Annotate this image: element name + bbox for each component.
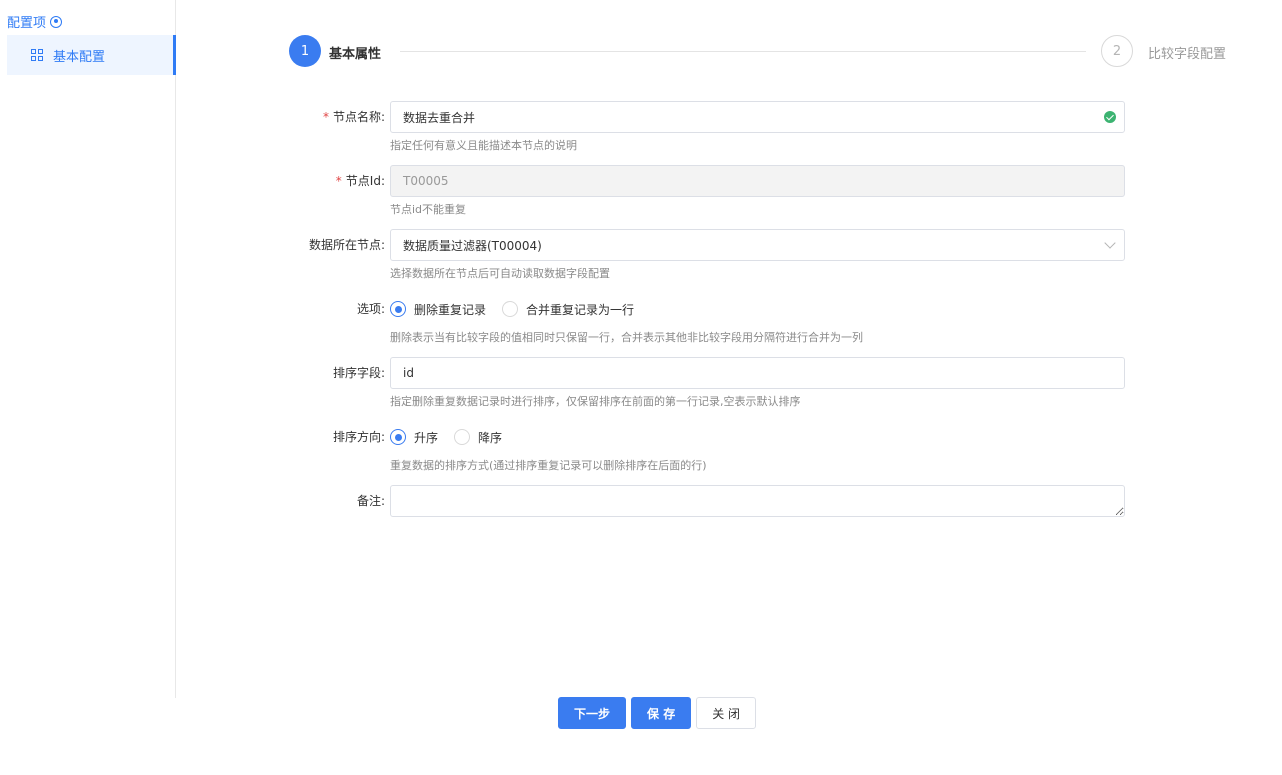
sort-field-label: 排序字段: — [332, 366, 385, 380]
sidebar-item-label: 基本配置 — [53, 49, 106, 65]
source-node-label: 数据所在节点: — [308, 238, 385, 252]
sort-direction-label: 排序方向: — [332, 430, 385, 444]
next-button[interactable]: 下一步 — [558, 697, 627, 729]
footer-buttons: 下一步 保 存 关 闭 — [558, 697, 757, 729]
sidebar-title: 配置项 — [7, 12, 63, 31]
chevron-down-icon — [1104, 237, 1116, 249]
node-id-hint: 节点id不能重复 — [390, 203, 467, 216]
radio-descending[interactable]: 降序 — [454, 429, 502, 446]
remark-textarea[interactable] — [390, 485, 1125, 517]
sidebar-title-text: 配置项 — [7, 16, 47, 31]
sort-field-input[interactable]: id — [390, 357, 1125, 389]
steps-bar: 1 基本属性 2 比较字段配置 — [289, 35, 1226, 68]
radio-merge-duplicates[interactable]: 合并重复记录为一行 — [502, 301, 634, 318]
node-id-input: T00005 — [390, 165, 1125, 197]
required-mark: * — [322, 110, 329, 124]
sidebar-item-basic-config[interactable]: 基本配置 — [7, 35, 176, 75]
node-id-label: * 节点Id: — [335, 174, 385, 188]
options-radio-group: 删除重复记录 合并重复记录为一行 — [390, 293, 634, 325]
remark-label: 备注: — [356, 494, 385, 508]
source-node-select[interactable]: 数据质量过滤器(T00004) — [390, 229, 1125, 261]
node-name-value: 数据去重合并 — [403, 110, 476, 125]
close-button[interactable]: 关 闭 — [696, 697, 757, 729]
step-2-number[interactable]: 2 — [1101, 35, 1133, 67]
grid-icon — [31, 49, 43, 61]
target-icon[interactable] — [50, 15, 63, 28]
required-mark: * — [335, 174, 342, 188]
sort-field-hint: 指定删除重复数据记录时进行排序，仅保留排序在前面的第一行记录,空表示默认排序 — [390, 395, 801, 408]
radio-label: 升序 — [414, 430, 439, 445]
options-hint: 删除表示当有比较字段的值相同时只保留一行，合并表示其他非比较字段用分隔符进行合并… — [390, 331, 863, 344]
radio-delete-duplicates[interactable]: 删除重复记录 — [390, 301, 486, 318]
step-divider — [400, 51, 1086, 52]
node-id-value: T00005 — [403, 174, 449, 188]
check-circle-icon — [1104, 111, 1116, 123]
save-button[interactable]: 保 存 — [631, 697, 692, 729]
sort-field-value: id — [403, 366, 414, 380]
step-1-number: 1 — [289, 35, 321, 67]
radio-label: 降序 — [478, 430, 503, 445]
radio-checked-icon — [390, 429, 406, 445]
radio-ascending[interactable]: 升序 — [390, 429, 438, 446]
radio-label: 合并重复记录为一行 — [526, 302, 635, 317]
step-2-label[interactable]: 比较字段配置 — [1148, 43, 1226, 62]
node-name-hint: 指定任何有意义且能描述本节点的说明 — [390, 139, 577, 152]
source-node-hint: 选择数据所在节点后可自动读取数据字段配置 — [390, 267, 610, 280]
sidebar: 配置项 基本配置 — [0, 0, 176, 698]
source-node-value: 数据质量过滤器(T00004) — [403, 238, 542, 253]
step-1-label: 基本属性 — [329, 47, 382, 62]
radio-label: 删除重复记录 — [414, 302, 487, 317]
radio-unchecked-icon — [502, 301, 519, 317]
node-name-label: * 节点名称: — [322, 110, 385, 124]
radio-unchecked-icon — [454, 429, 471, 445]
sort-direction-radio-group: 升序 降序 — [390, 421, 502, 453]
radio-checked-icon — [390, 301, 406, 317]
options-label: 选项: — [356, 302, 385, 316]
sort-direction-hint: 重复数据的排序方式(通过排序重复记录可以删除排序在后面的行) — [390, 459, 707, 472]
node-name-input[interactable]: 数据去重合并 — [390, 101, 1125, 133]
